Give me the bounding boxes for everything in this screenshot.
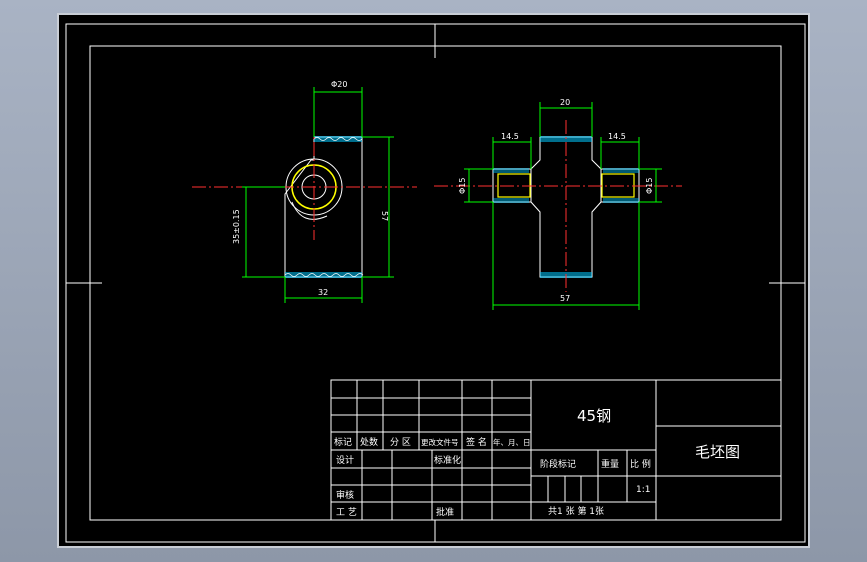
side-dim-right: 57 — [380, 211, 389, 221]
stage-mark-label: 阶段标记 — [540, 458, 576, 470]
front-dim-top-left: 14.5 — [501, 132, 519, 141]
header-date: 年、月、日 — [493, 437, 531, 447]
review-label: 审核 — [336, 489, 354, 501]
front-view: 20 14.5 14.5 Φ15 Φ15 57 — [434, 98, 682, 310]
header-mark: 标记 — [334, 436, 352, 448]
drawing-name: 毛坯图 — [695, 443, 740, 461]
title-block: 45钢 毛坯图 标记 处数 分 区 更改文件号 签 名 年、月、日 设计 标准化… — [330, 379, 782, 521]
front-dim-bottom: 57 — [560, 294, 570, 303]
inner-frame — [89, 45, 782, 521]
approve-label: 批准 — [436, 506, 454, 518]
side-dim-bottom: 32 — [318, 288, 328, 297]
header-zone: 分 区 — [390, 437, 411, 448]
header-change-doc: 更改文件号 — [421, 437, 459, 447]
header-count: 处数 — [360, 436, 378, 448]
standardize-label: 标准化 — [434, 454, 461, 466]
header-sign: 签 名 — [466, 436, 487, 448]
front-dim-top-right: 14.5 — [608, 132, 626, 141]
boss-arc — [291, 201, 328, 220]
design-label: 设计 — [336, 454, 354, 466]
process-label: 工 艺 — [336, 507, 357, 518]
front-dim-right: Φ15 — [645, 178, 654, 194]
side-dim-top: Φ20 — [331, 80, 347, 89]
drawing-canvas: Φ20 57 35±0.15 32 20 14.5 14.5 Φ15 Φ15 5… — [65, 23, 806, 543]
scale-label: 比 例 — [630, 458, 651, 470]
weight-label: 重量 — [601, 458, 619, 470]
cad-viewport[interactable]: Φ20 57 35±0.15 32 20 14.5 14.5 Φ15 Φ15 5… — [57, 13, 810, 548]
front-dim-top: 20 — [560, 98, 570, 107]
sheets-label: 共1 张 第 1张 — [548, 505, 604, 517]
scale-value: 1:1 — [636, 485, 650, 495]
side-dim-left: 35±0.15 — [232, 209, 241, 244]
front-dim-left: Φ15 — [458, 178, 467, 194]
material-label: 45钢 — [577, 407, 611, 425]
side-view: Φ20 57 35±0.15 32 — [192, 80, 417, 303]
